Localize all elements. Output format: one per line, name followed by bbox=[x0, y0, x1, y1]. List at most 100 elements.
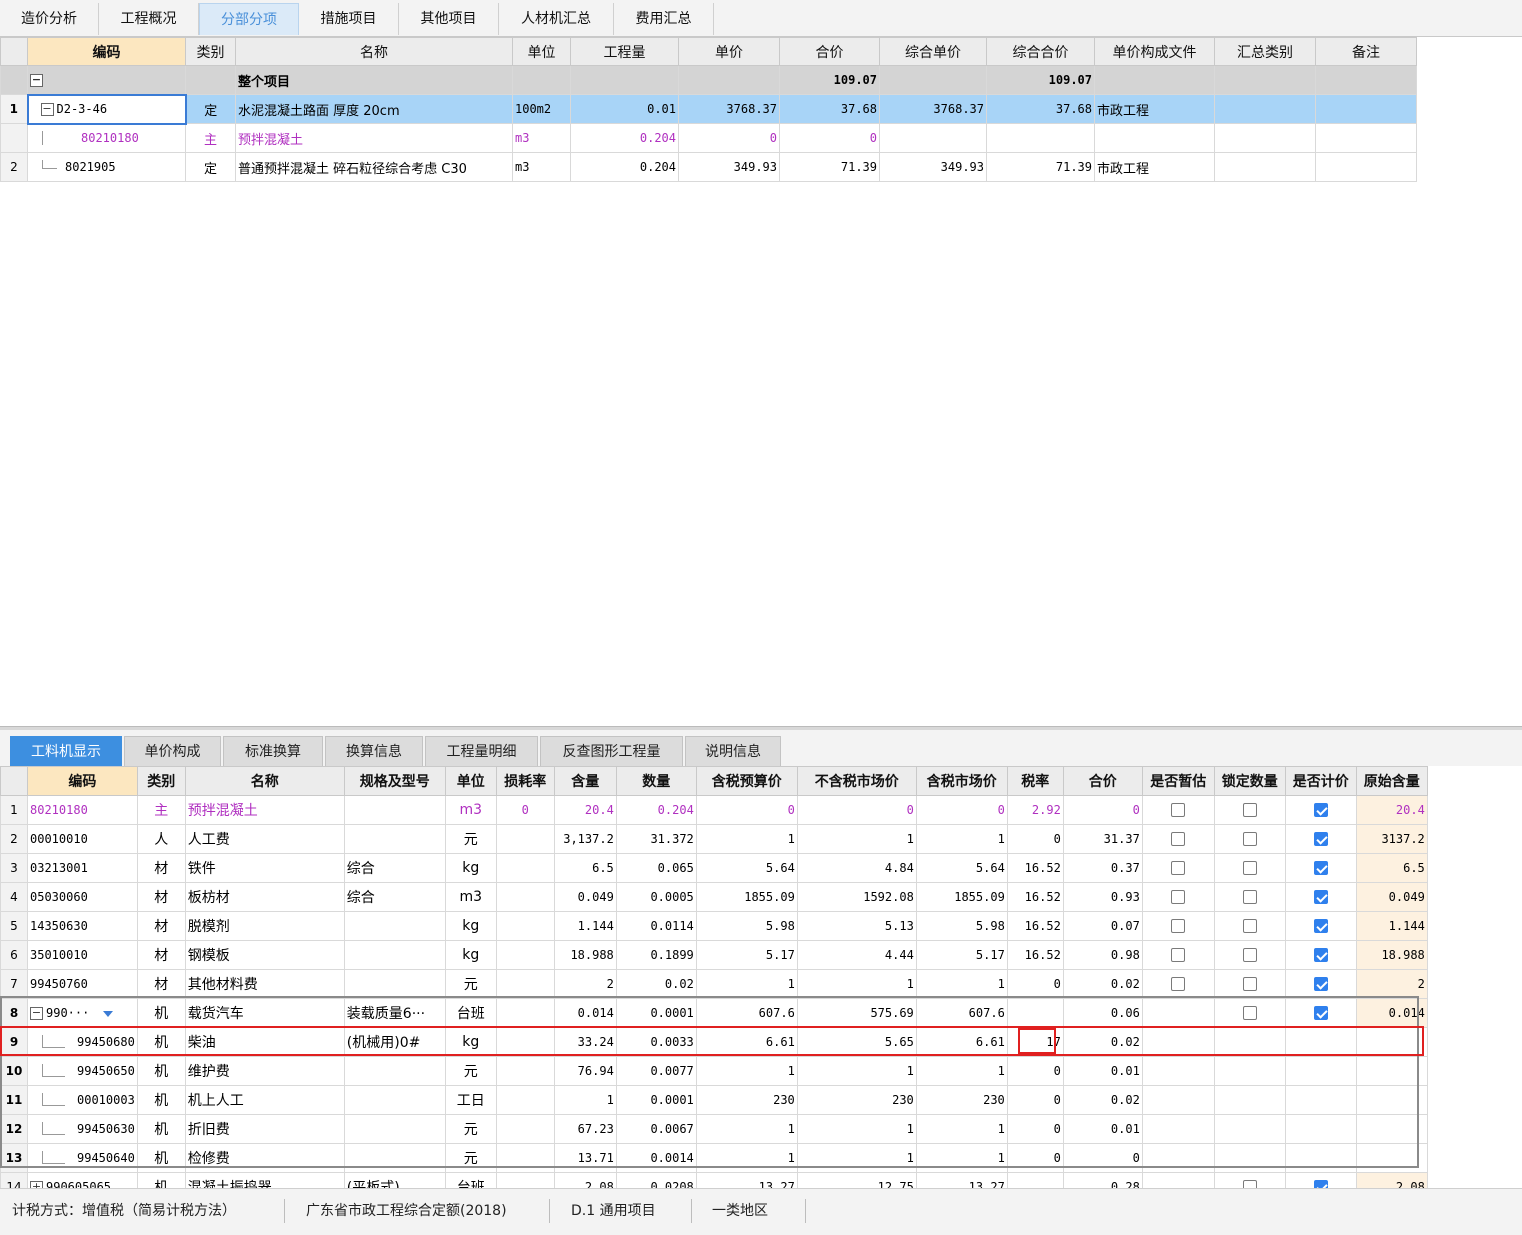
header-category[interactable]: 汇总类别 bbox=[1214, 37, 1316, 66]
minus-box-icon[interactable]: − bbox=[30, 73, 43, 87]
tax-market-cell[interactable]: 230 bbox=[915, 1085, 1008, 1115]
type-cell[interactable]: 机 bbox=[136, 998, 186, 1028]
qty-cell[interactable]: 0.0114 bbox=[615, 911, 697, 941]
tax-budget-cell[interactable]: 1 bbox=[695, 1114, 798, 1144]
lock-checkbox-cell[interactable] bbox=[1213, 998, 1286, 1028]
est-checkbox-cell[interactable] bbox=[1141, 911, 1215, 941]
notax-market-cell[interactable]: 4.84 bbox=[796, 853, 917, 883]
tax-market-cell[interactable]: 0 bbox=[915, 795, 1008, 825]
caret-down-icon[interactable] bbox=[103, 1010, 114, 1017]
checkbox-icon[interactable] bbox=[1242, 803, 1257, 818]
header-tax-budget[interactable]: 含税预算价 bbox=[695, 766, 798, 796]
total-cell[interactable]: 0.02 bbox=[1062, 1085, 1143, 1115]
checkbox-icon[interactable] bbox=[1313, 948, 1328, 963]
subtab-quantity-detail[interactable]: 工程量明细 bbox=[425, 736, 538, 766]
checkbox-icon[interactable] bbox=[1171, 977, 1186, 992]
qty-cell[interactable]: 0.204 bbox=[570, 123, 679, 153]
subtab-standard-conversion[interactable]: 标准换算 bbox=[223, 736, 323, 766]
qty-cell[interactable]: 31.372 bbox=[615, 824, 697, 854]
unit-cell[interactable]: kg bbox=[444, 940, 497, 970]
header-unit[interactable]: 单位 bbox=[512, 37, 571, 66]
spec-cell[interactable] bbox=[343, 795, 446, 825]
est-checkbox-cell[interactable] bbox=[1141, 1056, 1215, 1086]
minus-box-icon[interactable]: − bbox=[40, 103, 54, 116]
name-cell[interactable]: 普通预拌混凝土 碎石粒径综合考虑 C30 bbox=[235, 152, 513, 182]
est-checkbox-cell[interactable] bbox=[1141, 1027, 1215, 1057]
type-cell[interactable]: 机 bbox=[136, 1056, 186, 1086]
orig-content-cell[interactable] bbox=[1355, 1027, 1428, 1057]
header-notax-market[interactable]: 不含税市场价 bbox=[796, 766, 917, 796]
lock-checkbox-cell[interactable] bbox=[1213, 969, 1286, 999]
tax-budget-cell[interactable]: 1855.09 bbox=[695, 882, 798, 912]
name-cell[interactable]: 板枋材 bbox=[184, 882, 345, 912]
name-cell[interactable]: 钢模板 bbox=[184, 940, 345, 970]
header-name[interactable]: 名称 bbox=[184, 766, 345, 796]
content-cell[interactable]: 20.4 bbox=[553, 795, 617, 825]
orig-content-cell[interactable]: 3137.2 bbox=[1355, 824, 1428, 854]
total-cell[interactable]: 0.02 bbox=[1062, 1027, 1143, 1057]
orig-content-cell[interactable]: 0.049 bbox=[1355, 882, 1428, 912]
unit-cell[interactable]: 工日 bbox=[444, 1085, 497, 1115]
notax-market-cell[interactable]: 1592.08 bbox=[796, 882, 917, 912]
unit-cell[interactable]: 100m2 bbox=[512, 94, 571, 124]
type-cell[interactable]: 定 bbox=[185, 94, 236, 124]
name-cell[interactable]: 检修费 bbox=[184, 1143, 345, 1173]
unit-cell[interactable]: 台班 bbox=[444, 998, 497, 1028]
code-cell[interactable]: 99450680 bbox=[27, 1027, 138, 1057]
content-cell[interactable]: 0.014 bbox=[553, 998, 617, 1028]
rate-cell[interactable]: 0 bbox=[1006, 1143, 1064, 1173]
checkbox-icon[interactable] bbox=[1313, 890, 1328, 905]
orig-content-cell[interactable]: 20.4 bbox=[1355, 795, 1428, 825]
content-cell[interactable]: 67.23 bbox=[553, 1114, 617, 1144]
lock-checkbox-cell[interactable] bbox=[1213, 824, 1286, 854]
qty-cell[interactable]: 0.0077 bbox=[615, 1056, 697, 1086]
table-row[interactable]: 12 99450630 机折旧费元 67.23 0.0067 1 1 1 0 0.01 bbox=[0, 1114, 1428, 1144]
unit-cell[interactable]: m3 bbox=[444, 882, 497, 912]
lock-checkbox-cell[interactable] bbox=[1213, 882, 1286, 912]
tab-sub-items[interactable]: 分部分项 bbox=[199, 3, 299, 35]
est-checkbox-cell[interactable] bbox=[1141, 1085, 1215, 1115]
total-cell[interactable]: 0.06 bbox=[1062, 998, 1143, 1028]
rate-cell[interactable]: 0 bbox=[1006, 1085, 1064, 1115]
tax-market-cell[interactable]: 1855.09 bbox=[915, 882, 1008, 912]
code-cell[interactable]: 14350630 bbox=[27, 911, 138, 941]
rate-cell[interactable]: 0 bbox=[1006, 824, 1064, 854]
unit-cell[interactable]: 元 bbox=[444, 1056, 497, 1086]
table-row[interactable]: 80210180 主 预拌混凝土 m3 0.204 0 0 bbox=[0, 123, 1417, 153]
code-cell[interactable]: 99450650 bbox=[27, 1056, 138, 1086]
file-cell[interactable]: 市政工程 bbox=[1094, 152, 1215, 182]
orig-content-cell[interactable] bbox=[1355, 1085, 1428, 1115]
spec-cell[interactable]: 装载质量6··· bbox=[343, 998, 446, 1028]
priced-checkbox-cell[interactable] bbox=[1284, 1143, 1357, 1173]
tax-market-cell[interactable]: 1 bbox=[915, 824, 1008, 854]
loss-cell[interactable] bbox=[495, 911, 555, 941]
total-cell[interactable]: 0 bbox=[1062, 795, 1143, 825]
header-tax-market[interactable]: 含税市场价 bbox=[915, 766, 1008, 796]
spec-cell[interactable] bbox=[343, 1114, 446, 1144]
header-orig[interactable]: 原始含量 bbox=[1355, 766, 1428, 796]
code-cell[interactable]: −990··· bbox=[27, 998, 138, 1028]
header-name[interactable]: 名称 bbox=[235, 37, 513, 66]
type-cell[interactable]: 主 bbox=[136, 795, 186, 825]
name-cell[interactable]: 脱模剂 bbox=[184, 911, 345, 941]
qty-cell[interactable]: 0.02 bbox=[615, 969, 697, 999]
type-cell[interactable]: 材 bbox=[136, 940, 186, 970]
name-cell[interactable]: 维护费 bbox=[184, 1056, 345, 1086]
checkbox-icon[interactable] bbox=[1171, 890, 1186, 905]
notax-market-cell[interactable]: 5.13 bbox=[796, 911, 917, 941]
checkbox-icon[interactable] bbox=[1313, 803, 1328, 818]
est-checkbox-cell[interactable] bbox=[1141, 1143, 1215, 1173]
notax-market-cell[interactable]: 0 bbox=[796, 795, 917, 825]
rate-cell[interactable]: 0 bbox=[1006, 969, 1064, 999]
price-cell[interactable]: 0 bbox=[678, 123, 780, 153]
priced-checkbox-cell[interactable] bbox=[1284, 1085, 1357, 1115]
type-cell[interactable]: 定 bbox=[185, 152, 236, 182]
loss-cell[interactable] bbox=[495, 969, 555, 999]
loss-cell[interactable] bbox=[495, 940, 555, 970]
loss-cell[interactable] bbox=[495, 1143, 555, 1173]
header-rate[interactable]: 税率 bbox=[1006, 766, 1064, 796]
tax-market-cell[interactable]: 6.61 bbox=[915, 1027, 1008, 1057]
priced-checkbox-cell[interactable] bbox=[1284, 795, 1357, 825]
tab-measures[interactable]: 措施项目 bbox=[299, 3, 399, 35]
total-cell[interactable]: 0.01 bbox=[1062, 1056, 1143, 1086]
